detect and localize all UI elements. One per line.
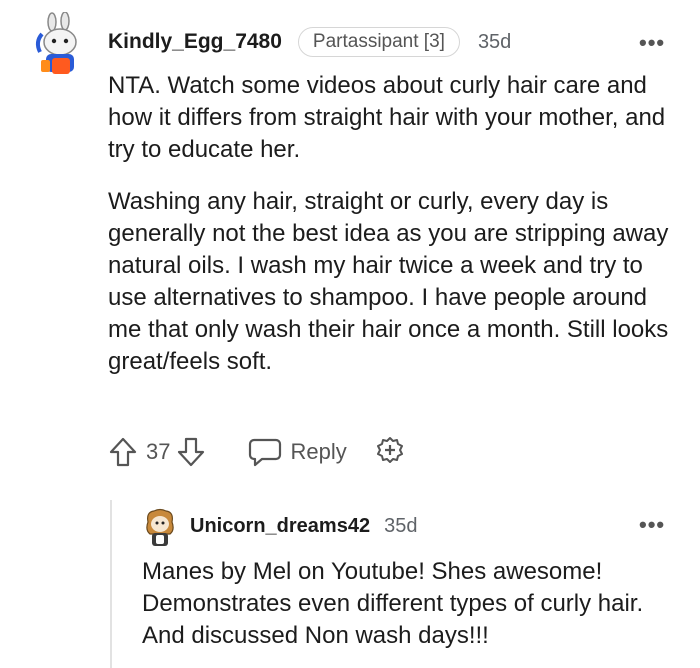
downvote-button[interactable]: [176, 436, 206, 468]
more-options-icon[interactable]: •••: [639, 512, 665, 538]
reply-timestamp[interactable]: 35d: [384, 515, 417, 538]
vote-count: 37: [146, 439, 171, 464]
comment-paragraph: NTA. Watch some videos about curly hair …: [108, 72, 666, 163]
snoo-avatar-icon: [146, 508, 174, 546]
reply-body: Manes by Mel on Youtube! Shes awesome! D…: [142, 556, 682, 652]
user-flair-badge: Partassipant [3]: [297, 27, 460, 57]
comment-avatar[interactable]: [32, 11, 92, 78]
comment-body: NTA. Watch some videos about curly hair …: [108, 70, 678, 378]
upvote-icon: [109, 437, 137, 467]
comment-actions: 37 Reply: [108, 435, 407, 469]
reply-text: Manes by Mel on Youtube! Shes awesome! D…: [142, 558, 644, 649]
reply-avatar[interactable]: [142, 508, 178, 548]
reply-button[interactable]: Reply: [248, 437, 347, 467]
reply-username[interactable]: Unicorn_dreams42: [190, 515, 370, 538]
comment-meta: Kindly_Egg_7480 Partassipant [3] 35d: [108, 27, 511, 57]
award-button[interactable]: [373, 435, 407, 469]
reply-icon: [249, 438, 282, 467]
comment-username[interactable]: Kindly_Egg_7480: [108, 30, 282, 54]
comment-timestamp[interactable]: 35d: [478, 31, 511, 54]
more-options-icon[interactable]: •••: [639, 30, 665, 56]
award-icon: [376, 437, 403, 463]
thread-line[interactable]: [110, 500, 112, 668]
downvote-icon: [178, 437, 205, 467]
upvote-button[interactable]: [108, 436, 138, 468]
comment-paragraph: Washing any hair, straight or curly, eve…: [108, 188, 669, 375]
snoo-avatar-icon: [35, 11, 77, 74]
reply-meta: Unicorn_dreams42 35d: [190, 515, 417, 538]
reply-label: Reply: [290, 439, 347, 464]
